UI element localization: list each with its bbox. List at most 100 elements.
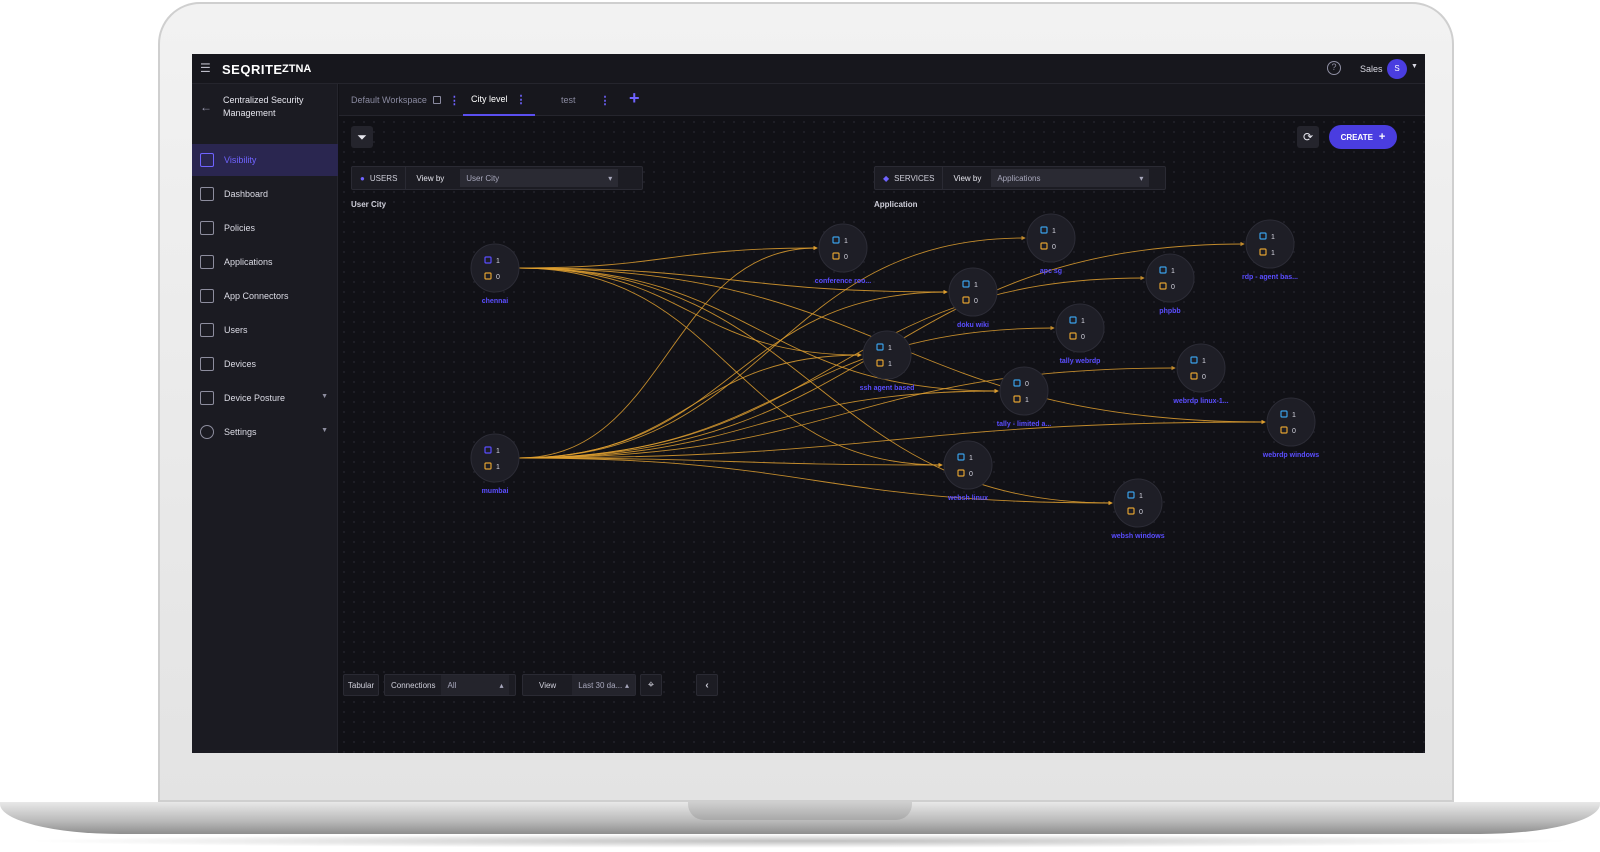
user-city-node[interactable]: 1 0 chennai <box>470 243 520 305</box>
sidebar-item-devices[interactable]: Devices <box>192 348 338 380</box>
sidebar-item-label: Dashboard <box>224 189 269 199</box>
node-count-top: 1 <box>888 345 892 352</box>
app-screen: ☰ SEQRITE ZTNA ? Sales S ▼ ← Centralized… <box>192 54 1425 753</box>
sidebar-item-device-posture[interactable]: Device Posture ▼ <box>192 382 338 414</box>
more-options-icon[interactable]: ⋮ <box>449 94 460 107</box>
application-node[interactable]: 1 0 tally webrdp <box>1055 303 1105 365</box>
application-node[interactable]: 1 0 phpbb <box>1145 253 1195 315</box>
node-count-top: 1 <box>969 455 973 462</box>
view-range-select[interactable]: Last 30 da... ▴ <box>572 675 635 695</box>
node-count-bottom: 0 <box>1202 374 1206 381</box>
select-value: Last 30 da... <box>578 680 623 690</box>
node-count-top: 1 <box>1052 228 1056 235</box>
connection-graph: 1 0 chennai 1 1 mumbai 1 0 conference roo... 1 0 ap… <box>470 213 1319 540</box>
node-label: ssh agent based <box>860 385 915 392</box>
node-count-top: 1 <box>496 448 500 455</box>
application-node[interactable]: 1 0 conference roo... <box>815 223 871 285</box>
menu-collapse-icon[interactable]: ☰ <box>200 62 214 74</box>
node-circle <box>1113 478 1163 528</box>
chevron-down-icon[interactable]: ▼ <box>1411 63 1418 70</box>
document-icon <box>200 221 214 235</box>
node-count-top: 1 <box>1292 412 1296 419</box>
node-count-bottom: 0 <box>844 254 848 261</box>
sidebar-item-policies[interactable]: Policies <box>192 212 338 244</box>
tab-test[interactable]: test ⋮ <box>561 84 611 116</box>
tab-default-workspace[interactable]: Default Workspace ⋮ <box>351 84 460 116</box>
tab-city-level[interactable]: City level ⋮ <box>463 84 535 116</box>
node-count-bottom: 1 <box>888 361 892 368</box>
connection-edge <box>518 245 818 459</box>
users-icon <box>200 323 214 337</box>
tab-label: test <box>561 95 576 105</box>
top-bar: ☰ SEQRITE ZTNA ? Sales S ▼ <box>192 54 1425 84</box>
node-circle <box>470 243 520 293</box>
sidebar-item-app-connectors[interactable]: App Connectors <box>192 280 338 312</box>
sidebar-item-label: Device Posture <box>224 393 286 403</box>
more-options-icon[interactable]: ⋮ <box>516 93 527 106</box>
chevron-up-icon: ▴ <box>624 680 629 690</box>
node-label: webrdp windows <box>1262 452 1319 459</box>
node-count-top: 0 <box>1025 381 1029 388</box>
node-label: tally webrdp <box>1060 358 1101 365</box>
connections-label: Connections <box>391 680 436 690</box>
node-count-bottom: 1 <box>1025 397 1029 404</box>
select-value: All <box>447 680 457 690</box>
avatar[interactable]: S <box>1387 59 1407 79</box>
node-count-bottom: 0 <box>1052 244 1056 251</box>
node-count-top: 1 <box>974 282 978 289</box>
visibility-canvas: ⏷ ⟳ CREATE + ● USERS View by User City ▾… <box>339 117 1425 753</box>
node-count-top: 1 <box>844 238 848 245</box>
laptop-shadow <box>20 834 1580 848</box>
back-arrow-icon[interactable]: ← <box>200 100 212 114</box>
sidebar-item-users[interactable]: Users <box>192 314 338 346</box>
application-node[interactable]: 0 1 tally - limited a... <box>997 366 1052 428</box>
connections-filter: Connections All ▴ <box>384 674 516 696</box>
application-node[interactable]: 1 0 doku wiki <box>948 267 998 329</box>
bar-chart-icon <box>200 187 214 201</box>
node-count-bottom: 1 <box>496 464 500 471</box>
node-circle <box>1145 253 1195 303</box>
application-node[interactable]: 1 0 websh linux <box>943 440 993 502</box>
recenter-icon[interactable]: ⌖ <box>640 674 662 696</box>
view-label: View <box>539 680 557 690</box>
sidebar-item-settings[interactable]: Settings ▼ <box>192 416 338 448</box>
node-count-bottom: 0 <box>1171 284 1175 291</box>
node-label: rdp - agent bas... <box>1242 274 1298 281</box>
node-label: websh windows <box>1110 533 1164 540</box>
help-icon[interactable]: ? <box>1327 61 1341 75</box>
sidebar-item-dashboard[interactable]: Dashboard <box>192 178 338 210</box>
connection-edge <box>518 235 1026 459</box>
application-node[interactable]: 1 0 websh windows <box>1110 478 1165 540</box>
lock-icon <box>432 96 441 104</box>
application-node[interactable]: 1 1 ssh agent based <box>860 330 915 392</box>
laptop-frame: ☰ SEQRITE ZTNA ? Sales S ▼ ← Centralized… <box>0 0 1600 852</box>
sidebar-item-visibility[interactable]: Visibility <box>192 144 338 176</box>
more-options-icon[interactable]: ⋮ <box>600 94 611 107</box>
application-node[interactable]: 1 0 webrdp windows <box>1262 397 1319 459</box>
node-count-top: 1 <box>496 258 500 265</box>
connection-edge <box>518 245 818 269</box>
user-city-node[interactable]: 1 1 mumbai <box>470 433 520 495</box>
add-tab-icon[interactable]: + <box>629 88 640 109</box>
application-node[interactable]: 1 1 rdp - agent bas... <box>1242 219 1298 281</box>
node-count-top: 1 <box>1171 268 1175 275</box>
sidebar-item-label: Visibility <box>224 155 257 165</box>
connections-select[interactable]: All ▴ <box>441 675 510 695</box>
tabular-toggle[interactable]: Tabular <box>343 674 379 696</box>
chevron-down-icon: ▼ <box>321 427 328 434</box>
sidebar-item-applications[interactable]: Applications <box>192 246 338 278</box>
application-node[interactable]: 1 0 webrdp linux-1... <box>1172 343 1229 405</box>
sidebar-item-label: App Connectors <box>224 291 289 301</box>
application-node[interactable]: 1 0 apc sg <box>1026 213 1076 275</box>
device-check-icon <box>200 391 214 405</box>
connection-edge <box>518 267 999 394</box>
connection-edge <box>518 325 1055 459</box>
user-name[interactable]: Sales <box>1360 64 1383 74</box>
sidebar: ← Centralized Security Management Visibi… <box>192 84 338 753</box>
node-count-bottom: 0 <box>974 298 978 305</box>
node-count-bottom: 0 <box>1081 334 1085 341</box>
tab-label: Default Workspace <box>351 95 427 105</box>
tab-label: City level <box>471 94 508 104</box>
collapse-panel-icon[interactable]: ‹ <box>696 674 718 696</box>
sidebar-item-label: Devices <box>224 359 257 369</box>
